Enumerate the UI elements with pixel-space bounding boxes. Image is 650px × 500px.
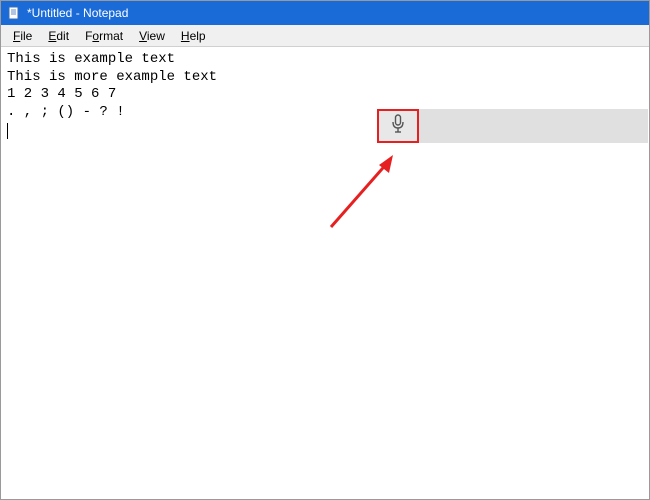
microphone-button[interactable] [377, 109, 419, 143]
text-cursor [7, 123, 8, 139]
menu-help[interactable]: Help [173, 27, 214, 45]
notepad-window: *Untitled - Notepad File Edit Format Vie… [0, 0, 650, 500]
content-area: This is example text This is more exampl… [1, 47, 649, 499]
menu-edit[interactable]: Edit [40, 27, 77, 45]
menu-bar: File Edit Format View Help [1, 25, 649, 47]
window-title: *Untitled - Notepad [27, 6, 128, 20]
menu-view[interactable]: View [131, 27, 173, 45]
title-bar[interactable]: *Untitled - Notepad [1, 1, 649, 25]
notepad-app-icon [7, 6, 21, 20]
menu-format[interactable]: Format [77, 27, 131, 45]
microphone-icon [390, 114, 406, 139]
dictation-toolbar[interactable] [377, 109, 648, 143]
menu-file[interactable]: File [5, 27, 40, 45]
